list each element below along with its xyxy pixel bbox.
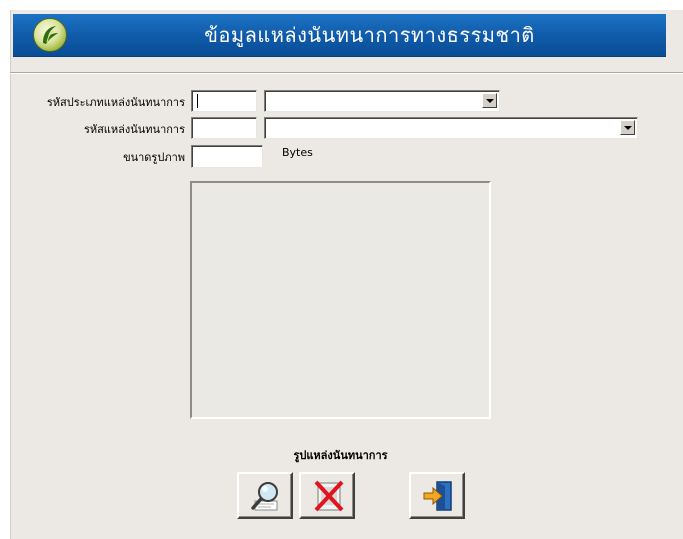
delete-x-icon bbox=[314, 480, 344, 512]
type-code-input[interactable] bbox=[191, 90, 257, 112]
image-caption: รูปแหล่งนันทนาการ bbox=[293, 449, 388, 462]
title-bar: ข้อมูลแหล่งนันทนาการทางธรรมชาติ bbox=[13, 14, 666, 57]
delete-image-button[interactable] bbox=[299, 472, 355, 519]
image-size-label: ขนาดรูปภาพ bbox=[123, 151, 185, 164]
image-size-input[interactable] bbox=[191, 145, 263, 168]
chevron-down-icon[interactable] bbox=[482, 93, 497, 108]
page-title: ข้อมูลแหล่งนันทนาการทางธรรมชาติ bbox=[204, 23, 535, 47]
text-caret bbox=[197, 94, 198, 108]
browse-image-button[interactable] bbox=[237, 472, 293, 519]
place-select[interactable] bbox=[264, 117, 638, 139]
exit-button[interactable] bbox=[409, 472, 465, 519]
image-size-unit: Bytes bbox=[282, 146, 313, 159]
exit-door-icon bbox=[423, 481, 452, 511]
image-preview-area bbox=[190, 181, 491, 419]
type-code-label: รหัสประเภทแหล่งนันทนาการ bbox=[46, 96, 185, 109]
chevron-down-icon[interactable] bbox=[620, 120, 635, 135]
magnifier-icon bbox=[251, 482, 278, 511]
header-divider bbox=[10, 72, 683, 74]
place-code-input[interactable] bbox=[191, 117, 257, 139]
type-select[interactable] bbox=[264, 90, 500, 112]
leaf-logo-icon bbox=[33, 18, 67, 52]
place-code-label: รหัสแหล่งนันทนาการ bbox=[83, 123, 185, 136]
